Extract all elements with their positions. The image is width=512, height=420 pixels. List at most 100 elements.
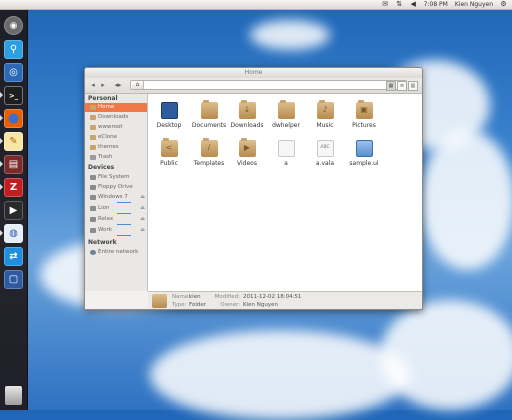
file-item-desktop[interactable]: Desktop [150, 102, 188, 129]
folder-icon [152, 294, 167, 308]
sidebar-item-label: eClone [98, 134, 117, 140]
file-item-a[interactable]: a [267, 140, 305, 167]
list-view-icon[interactable]: ≡ [397, 81, 407, 91]
owner-label: Owner: [220, 302, 240, 308]
file-item-a-vala[interactable]: ABC a.vala [306, 140, 344, 167]
sidebar-item-label: wwwroot [98, 124, 123, 130]
mail-icon[interactable]: ✉ [382, 1, 389, 8]
file-item-music[interactable]: ♪ Music [306, 100, 344, 129]
videos-folder-icon: ▶ [238, 138, 256, 157]
launcher-text-editor[interactable]: ✎ [4, 132, 23, 151]
sidebar-item-entire-network[interactable]: Entire network [85, 248, 147, 257]
sidebar-item-downloads[interactable]: Downloads [85, 113, 147, 122]
clock[interactable]: 7:08 PM [424, 1, 448, 8]
launcher-terminal[interactable]: >_ [4, 86, 23, 105]
app-icon: ⇄ [9, 251, 18, 262]
launcher-firefox[interactable] [4, 109, 23, 128]
file-item-videos[interactable]: ▶ Videos [228, 138, 266, 167]
launcher-trash-icon[interactable] [5, 386, 22, 405]
sidebar-item-wwwroot[interactable]: wwwroot [85, 123, 147, 132]
file-label: Downloads [230, 122, 264, 129]
pencil-icon: ✎ [9, 136, 18, 147]
launcher-app-7[interactable]: ▤ [4, 155, 23, 174]
file-item-templates[interactable]: / Templates [190, 138, 228, 167]
type-value: Folder [189, 302, 206, 308]
app-icon: ▤ [8, 159, 19, 170]
window-title[interactable]: Home [85, 68, 422, 78]
network-icon[interactable]: ⇅ [396, 1, 403, 8]
sidebar-item-relax[interactable]: Relax ⏏ [85, 215, 147, 224]
sidebar-header-devices: Devices [88, 164, 115, 171]
user-name[interactable]: Kien Nguyen [455, 1, 493, 8]
folder-icon [90, 105, 96, 110]
volume-icon[interactable]: ◀ [410, 1, 417, 8]
sidebar-item-work[interactable]: Work ⏏ [85, 226, 147, 235]
file-label: Desktop [156, 122, 182, 129]
path-toggle-icon[interactable]: ◂▸ [113, 81, 123, 90]
sidebar-item-themes[interactable]: themes [85, 143, 147, 152]
icon-view-icon[interactable]: ▦ [386, 81, 396, 91]
launcher-app-11[interactable]: ⇄ [4, 247, 23, 266]
sidebar-item-trash[interactable]: Trash [85, 153, 147, 162]
sidebar-item-floppy[interactable]: Floppy Drive [85, 183, 147, 192]
sidebar-item-eclone[interactable]: eClone [85, 133, 147, 142]
launcher-filezilla[interactable]: Z [4, 178, 23, 197]
dash-button[interactable]: ◉ [4, 16, 23, 35]
clapper-icon: ▶ [9, 205, 18, 216]
sidebar-item-label: Entire network [98, 249, 139, 255]
file-item-downloads[interactable]: ↓ Downloads [228, 100, 266, 129]
sidebar-item-windows7[interactable]: Windows 7 ⏏ [85, 193, 147, 202]
usage-bar [117, 213, 131, 214]
eject-icon[interactable]: ⏏ [140, 226, 145, 235]
file-item-pictures[interactable]: ▣ Pictures [345, 100, 383, 129]
sidebar-item-lion[interactable]: Lion ⏏ [85, 204, 147, 213]
sidebar-header-personal: Personal [88, 95, 118, 102]
floppy-icon [90, 185, 96, 190]
toolbar: ◂ ▸ ◂▸ ⌂ ▦ ≡ ▥ [85, 78, 422, 94]
file-view[interactable]: Desktop Documents ↓ Downloads dwhelper ♪… [148, 94, 422, 291]
launcher-app-12[interactable]: ▢ [4, 270, 23, 289]
eject-icon[interactable]: ⏏ [140, 193, 145, 202]
running-indicator [0, 161, 3, 167]
sidebar-item-label: Relax [98, 216, 114, 222]
file-item-public[interactable]: < Public [150, 138, 188, 167]
file-label: sample.ui [349, 160, 379, 167]
ui-file-icon [355, 140, 373, 157]
launcher-app-10[interactable]: ◍ [4, 224, 23, 243]
eject-icon[interactable]: ⏏ [140, 215, 145, 224]
sidebar-item-label: themes [98, 144, 119, 150]
desktop-folder-icon [160, 102, 178, 119]
drive-icon [90, 175, 96, 180]
path-bar[interactable]: ⌂ [130, 80, 407, 90]
home-icon[interactable]: ⌂ [132, 81, 144, 89]
usage-bar [117, 202, 131, 203]
running-indicator [0, 230, 3, 236]
folder-icon [90, 135, 96, 140]
gear-icon[interactable]: ⚙ [500, 1, 507, 8]
forward-icon[interactable]: ▸ [99, 81, 107, 90]
terminal-icon: >_ [8, 91, 19, 100]
pictures-folder-icon: ▣ [355, 100, 373, 119]
eject-icon[interactable]: ⏏ [140, 204, 145, 213]
file-label: a [284, 160, 288, 167]
back-icon[interactable]: ◂ [89, 81, 97, 90]
launcher-app-2[interactable]: ◎ [4, 63, 23, 82]
modified-label: Modified: [214, 294, 240, 300]
file-label: Templates [193, 160, 225, 167]
folder-icon [90, 125, 96, 130]
file-label: dwhelper [272, 122, 300, 129]
file-manager-window: Home ◂ ▸ ◂▸ ⌂ ▦ ≡ ▥ Personal Home Downlo… [84, 67, 423, 310]
name-label: Name: [172, 294, 191, 300]
launcher-media-player[interactable]: ▶ [4, 201, 23, 220]
sidebar-item-file-system[interactable]: File System [85, 173, 147, 182]
compact-view-icon[interactable]: ▥ [408, 81, 418, 91]
document-icon [277, 140, 295, 157]
drive-icon [90, 195, 96, 200]
file-item-documents[interactable]: Documents [190, 100, 228, 129]
launcher-app-1[interactable]: ⚲ [4, 40, 23, 59]
sidebar-item-label: Home [98, 104, 115, 110]
file-item-sample-ui[interactable]: sample.ui [345, 140, 383, 167]
sidebar-item-label: Trash [98, 154, 113, 160]
file-item-dwhelper[interactable]: dwhelper [267, 100, 305, 129]
sidebar-item-home[interactable]: Home [85, 103, 147, 112]
